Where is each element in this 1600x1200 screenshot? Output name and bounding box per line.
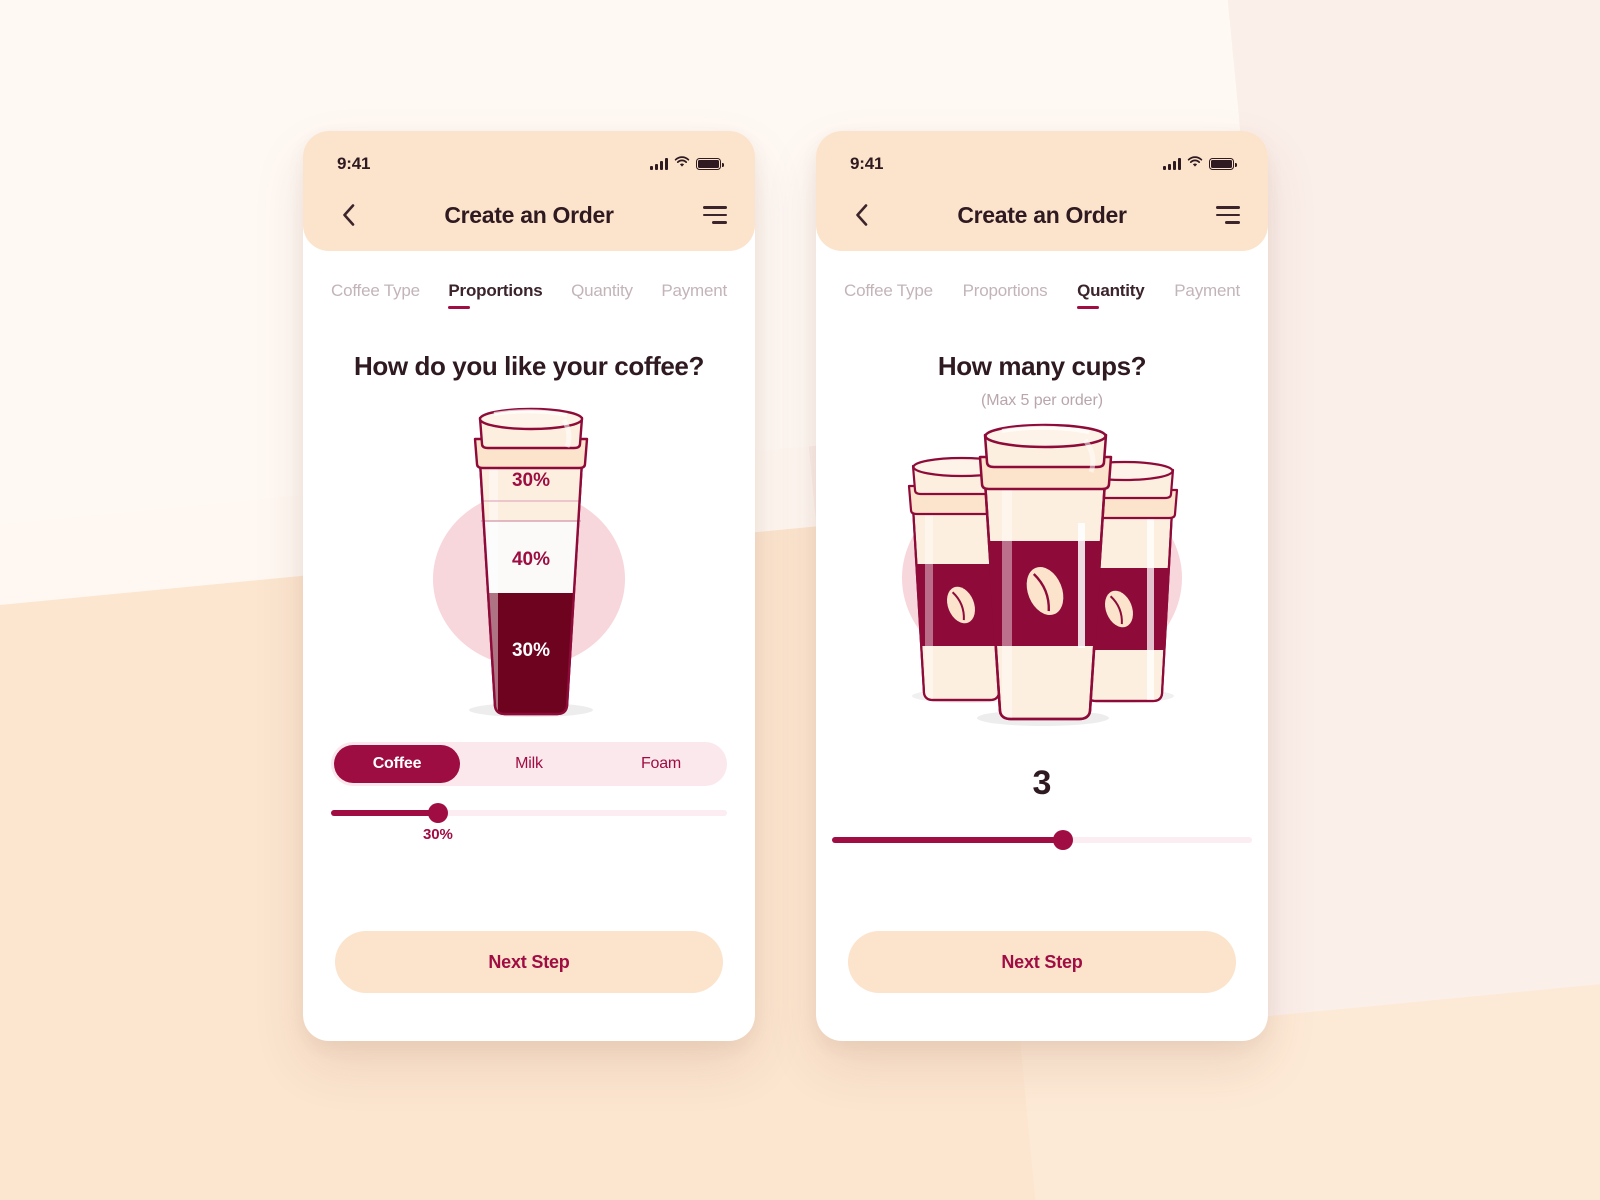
slider-thumb[interactable] [427, 803, 448, 823]
step-tabs: Coffee Type Proportions Quantity Payment [816, 251, 1268, 309]
slider-fill [331, 810, 438, 816]
screen-heading: How do you like your coffee? [354, 351, 704, 381]
chevron-left-icon [855, 204, 867, 226]
background-decoration [0, 0, 1600, 1200]
slider-value-label: 30% [423, 826, 453, 843]
signal-bars-icon [650, 158, 668, 170]
page-title: Create an Order [444, 201, 614, 228]
cup-proportions-illustration: 30% 40% 30% [303, 404, 755, 724]
phone-screen-proportions: 9:41 Create an Order Coffee Type Proport… [303, 131, 755, 1041]
status-bar: 9:41 [816, 153, 1268, 175]
wifi-icon [1187, 155, 1203, 173]
quantity-slider[interactable] [832, 830, 1252, 850]
signal-bars-icon [1163, 158, 1181, 170]
slider-thumb[interactable] [1053, 830, 1073, 850]
foam-percent-label: 30% [512, 470, 550, 491]
back-button[interactable] [844, 198, 878, 232]
next-step-button[interactable]: Next Step [848, 931, 1236, 993]
tab-payment[interactable]: Payment [661, 281, 727, 309]
segment-milk[interactable]: Milk [466, 745, 592, 783]
nav-bar: Create an Order [303, 189, 755, 241]
wifi-icon [674, 155, 690, 173]
tab-coffee-type[interactable]: Coffee Type [331, 281, 420, 309]
status-time: 9:41 [337, 154, 371, 173]
status-time: 9:41 [850, 154, 884, 173]
segment-foam[interactable]: Foam [598, 745, 724, 783]
quantity-value: 3 [1032, 764, 1052, 802]
tab-quantity[interactable]: Quantity [571, 281, 633, 309]
battery-icon [1209, 158, 1237, 170]
tab-coffee-type[interactable]: Coffee Type [844, 281, 933, 309]
chevron-left-icon [342, 204, 354, 226]
status-icons [1163, 155, 1237, 173]
segment-coffee[interactable]: Coffee [334, 745, 460, 783]
screen-subheading: (Max 5 per order) [981, 392, 1103, 409]
slider-fill [832, 837, 1063, 843]
proportion-slider[interactable]: 30% [331, 803, 727, 843]
tab-proportions[interactable]: Proportions [963, 281, 1048, 309]
slider-track[interactable] [832, 830, 1252, 850]
status-bar: 9:41 [303, 153, 755, 175]
slider-track[interactable] [331, 803, 727, 823]
tab-quantity[interactable]: Quantity [1077, 281, 1145, 309]
hamburger-menu-icon[interactable] [1206, 198, 1240, 232]
next-step-button[interactable]: Next Step [335, 931, 723, 993]
status-icons [650, 155, 724, 173]
phone-header: 9:41 Create an Order [816, 131, 1268, 251]
ingredient-segmented-control: Coffee Milk Foam [331, 742, 727, 786]
back-button[interactable] [331, 198, 365, 232]
nav-bar: Create an Order [816, 189, 1268, 241]
app-mockup-canvas: 9:41 Create an Order Coffee Type Proport… [0, 0, 1600, 1200]
milk-percent-label: 40% [512, 549, 550, 570]
battery-icon [696, 158, 724, 170]
phone-header: 9:41 Create an Order [303, 131, 755, 251]
hamburger-menu-icon[interactable] [693, 198, 727, 232]
step-tabs: Coffee Type Proportions Quantity Payment [303, 251, 755, 309]
three-cups-illustration [816, 418, 1268, 738]
page-title: Create an Order [957, 201, 1127, 228]
tab-proportions[interactable]: Proportions [448, 281, 543, 309]
coffee-percent-label: 30% [512, 640, 550, 661]
tab-payment[interactable]: Payment [1174, 281, 1240, 309]
screen-heading: How many cups? [937, 351, 1147, 381]
phone-screen-quantity: 9:41 Create an Order Coffee Type Proport… [816, 131, 1268, 1041]
